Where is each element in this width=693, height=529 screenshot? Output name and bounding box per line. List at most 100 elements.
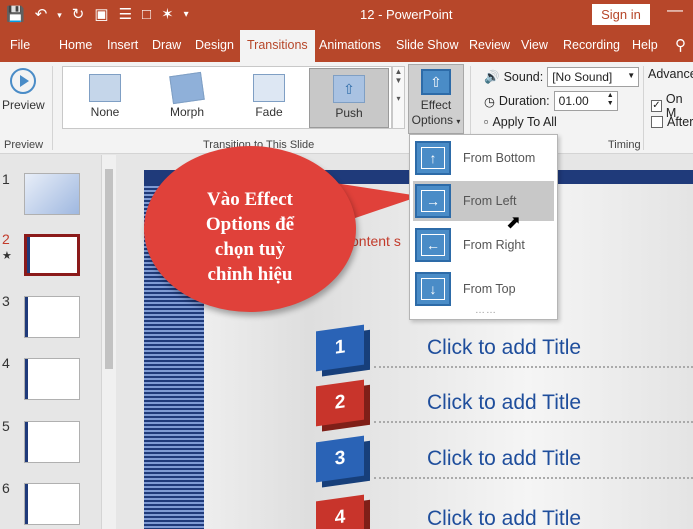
thumbnails-scrollbar[interactable] — [101, 155, 116, 529]
slide-thumbnail-4[interactable] — [24, 358, 80, 400]
clock-icon: ◷ — [484, 94, 495, 109]
menu-item-label: From Bottom — [463, 151, 536, 165]
transition-gallery: None Morph Fade ⇧ Push — [62, 66, 392, 129]
sign-in-button[interactable]: Sign in — [592, 4, 650, 25]
duration-row: ◷ Duration: 01.00 ▲ ▼ — [484, 91, 618, 111]
effect-options-icon: ⇧ — [421, 69, 451, 95]
item-title[interactable]: Click to add Title — [427, 391, 581, 415]
slide-thumbnail-5[interactable] — [24, 421, 80, 463]
star-icon: ★ — [2, 250, 12, 262]
resize-grip-icon[interactable]: …… — [475, 305, 497, 316]
tab-animations[interactable]: Animations — [319, 38, 381, 52]
duration-label: Duration: — [498, 94, 550, 108]
slide-number: 5 — [2, 418, 10, 434]
menu-item-from-top[interactable]: ↓ From Top — [413, 269, 554, 309]
dotted-divider — [374, 477, 693, 479]
transition-fade[interactable]: Fade — [229, 68, 309, 128]
slide-number: 2 — [2, 231, 10, 247]
effect-options-label-2: Options — [411, 113, 453, 127]
undo-icon[interactable]: ↶ — [35, 4, 48, 26]
slide-thumbnail-3[interactable] — [24, 296, 80, 338]
customize-qat-icon[interactable]: ▾ — [184, 4, 189, 26]
title-bar: 💾 ↶ ▾ ↻ ▣ ☰ □ ✶ ▾ 12 - PowerPoint Sign i… — [0, 0, 693, 30]
tab-recording[interactable]: Recording — [563, 38, 620, 52]
tab-help[interactable]: Help — [632, 38, 658, 52]
item-title[interactable]: Click to add Title — [427, 447, 581, 471]
item-title[interactable]: Click to add Title — [427, 336, 581, 360]
tab-insert[interactable]: Insert — [107, 38, 138, 52]
number-cube: 3 — [316, 435, 364, 483]
slide-number: 6 — [2, 480, 10, 496]
slide-thumbnail-1[interactable] — [24, 173, 80, 215]
apply-to-all-button[interactable]: ▫ Apply To All — [484, 115, 557, 129]
save-icon[interactable]: 💾 — [6, 4, 25, 26]
timing-group-label: Timing — [608, 139, 641, 151]
undo-dropdown-icon[interactable]: ▾ — [57, 4, 62, 26]
lightbulb-icon[interactable]: ⚲ — [675, 36, 686, 54]
tab-review[interactable]: Review — [469, 38, 510, 52]
format-icon[interactable]: ✶ — [161, 4, 174, 26]
tab-view[interactable]: View — [521, 38, 548, 52]
new-file-icon[interactable]: □ — [142, 4, 151, 26]
play-icon — [10, 68, 36, 94]
minimize-icon[interactable]: — — [667, 2, 683, 20]
tab-draw[interactable]: Draw — [152, 38, 181, 52]
gallery-scroll[interactable]: ▲ ▼ ▾ — [392, 66, 405, 129]
transition-morph[interactable]: Morph — [147, 68, 227, 128]
sound-dropdown[interactable]: [No Sound] ▼ — [547, 67, 640, 87]
menu-item-from-right[interactable]: ← From Right — [413, 225, 554, 265]
quick-access-toolbar: 💾 ↶ ▾ ↻ ▣ ☰ □ ✶ ▾ — [6, 4, 189, 26]
checkbox-checked[interactable]: ✓ — [651, 100, 662, 112]
morph-transition-icon — [169, 71, 205, 105]
callout-text: Vào Effect — [207, 189, 293, 210]
after-option[interactable]: After — [651, 115, 693, 129]
preview-button[interactable]: Preview — [2, 66, 45, 122]
mouse-cursor-icon: ⬈ — [506, 212, 522, 232]
arrow-down-icon: ↓ — [415, 272, 451, 306]
tab-design[interactable]: Design — [195, 38, 234, 52]
menu-item-from-left[interactable]: → From Left — [413, 181, 554, 221]
number-cube: 4 — [316, 494, 364, 529]
group-divider — [643, 66, 644, 150]
transition-none[interactable]: None — [65, 68, 145, 128]
push-transition-icon: ⇧ — [333, 75, 365, 103]
transition-label: None — [90, 105, 120, 119]
transition-label: Push — [335, 106, 363, 120]
redo-icon[interactable]: ↻ — [72, 4, 85, 26]
tab-slide-show[interactable]: Slide Show — [396, 38, 459, 52]
duration-stepper[interactable]: 01.00 ▲ ▼ — [553, 91, 618, 111]
callout-text: chỉnh hiệu — [207, 264, 293, 285]
dotted-divider — [374, 421, 693, 423]
preview-label: Preview — [2, 98, 45, 112]
tab-file[interactable]: File — [10, 38, 30, 52]
tab-transitions[interactable]: Transitions — [240, 30, 315, 62]
slide-thumbnail-6[interactable] — [24, 483, 80, 525]
slide-number: 3 — [2, 293, 10, 309]
number-cube: 2 — [316, 379, 364, 427]
effect-options-menu: ↑ From Bottom → From Left ← From Right ↓… — [409, 134, 558, 320]
present-icon[interactable]: ▣ — [94, 4, 108, 26]
sound-icon: 🔊 — [484, 69, 500, 84]
callout-text: chọn tuỳ — [214, 239, 286, 260]
checkbox[interactable] — [651, 116, 663, 128]
spinner-icon[interactable]: ▲ ▼ — [607, 92, 614, 108]
tab-home[interactable]: Home — [59, 38, 92, 52]
menu-item-from-bottom[interactable]: ↑ From Bottom — [413, 138, 554, 178]
align-icon[interactable]: ☰ — [119, 4, 132, 26]
slide-thumbnails-pane: 1 2 ★ 3 4 5 6 — [0, 155, 120, 529]
group-divider — [52, 66, 53, 150]
effect-options-button[interactable]: ⇧ Effect Options ▾ — [408, 64, 464, 134]
menu-item-label: From Top — [463, 282, 516, 296]
transition-label: Fade — [255, 105, 283, 119]
transition-push[interactable]: ⇧ Push — [309, 68, 389, 128]
preview-group-label: Preview — [4, 139, 44, 151]
callout-bubble: Vào Effect Options để chọn tuỳ chỉnh hiệ… — [144, 146, 356, 312]
item-title[interactable]: Click to add Title — [427, 507, 581, 529]
dropdown-icon: ▾ — [456, 117, 461, 126]
slide-thumbnail-2[interactable] — [24, 234, 80, 276]
menu-item-label: From Left — [463, 194, 517, 208]
chevron-down-icon: ▼ — [627, 71, 636, 80]
scrollbar-thumb[interactable] — [105, 169, 113, 369]
apply-all-icon: ▫ — [484, 115, 489, 129]
callout-text: Options để — [205, 214, 295, 235]
